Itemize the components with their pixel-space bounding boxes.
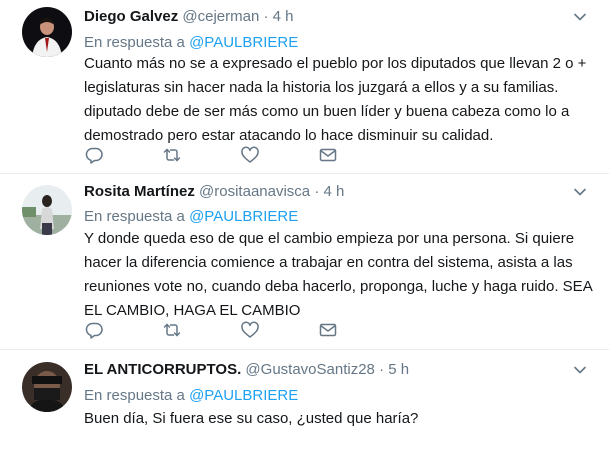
user-handle[interactable]: @cejerman: [182, 8, 259, 25]
timestamp[interactable]: 5 h: [388, 361, 409, 378]
chevron-down-icon[interactable]: [573, 185, 587, 199]
tweet-header: Diego Galvez @cejerman · 4 h: [84, 8, 294, 25]
reply-context: En respuesta a @PAULBRIERE: [84, 208, 298, 225]
reply-icon[interactable]: [84, 320, 104, 340]
timestamp[interactable]: 4 h: [273, 8, 294, 25]
avatar[interactable]: [22, 185, 72, 235]
retweet-icon[interactable]: [162, 145, 182, 165]
tweet[interactable]: Rosita Martínez @rositaanavisca · 4 h En…: [0, 175, 609, 350]
tweet-header: Rosita Martínez @rositaanavisca · 4 h: [84, 183, 344, 200]
direct-message-icon[interactable]: [318, 145, 338, 165]
reply-prefix: En respuesta a: [84, 387, 185, 404]
chevron-down-icon[interactable]: [573, 363, 587, 377]
separator: ·: [379, 361, 385, 378]
reply-context: En respuesta a @PAULBRIERE: [84, 387, 298, 404]
user-handle[interactable]: @rositaanavisca: [199, 183, 310, 200]
retweet-icon[interactable]: [162, 320, 182, 340]
avatar[interactable]: [22, 362, 72, 412]
user-handle[interactable]: @GustavoSantiz28: [245, 361, 374, 378]
display-name[interactable]: EL ANTICORRUPTOS.: [84, 361, 241, 378]
reply-prefix: En respuesta a: [84, 34, 185, 51]
like-icon[interactable]: [240, 320, 260, 340]
direct-message-icon[interactable]: [318, 320, 338, 340]
avatar[interactable]: [22, 7, 72, 57]
tweet[interactable]: Diego Galvez @cejerman · 4 h En respuest…: [0, 0, 609, 174]
separator: ·: [263, 8, 269, 25]
reply-to-link[interactable]: @PAULBRIERE: [189, 208, 298, 225]
reply-icon[interactable]: [84, 145, 104, 165]
tweet-text: Y donde queda eso de que el cambio empie…: [84, 230, 592, 319]
reply-to-link[interactable]: @PAULBRIERE: [189, 387, 298, 404]
separator: ·: [314, 183, 320, 200]
timestamp[interactable]: 4 h: [323, 183, 344, 200]
tweet-text: Cuanto más no se a expresado el pueblo p…: [84, 55, 587, 144]
reply-context: En respuesta a @PAULBRIERE: [84, 34, 298, 51]
tweet-text: Buen día, Si fuera ese su caso, ¿usted q…: [84, 410, 419, 427]
reply-to-link[interactable]: @PAULBRIERE: [189, 34, 298, 51]
reply-prefix: En respuesta a: [84, 208, 185, 225]
display-name[interactable]: Rosita Martínez: [84, 183, 195, 200]
chevron-down-icon[interactable]: [573, 10, 587, 24]
replies-feed: Diego Galvez @cejerman · 4 h En respuest…: [0, 0, 609, 462]
display-name[interactable]: Diego Galvez: [84, 8, 178, 25]
like-icon[interactable]: [240, 145, 260, 165]
tweet[interactable]: EL ANTICORRUPTOS. @GustavoSantiz28 · 5 h…: [0, 351, 609, 462]
tweet-header: EL ANTICORRUPTOS. @GustavoSantiz28 · 5 h: [84, 361, 409, 378]
